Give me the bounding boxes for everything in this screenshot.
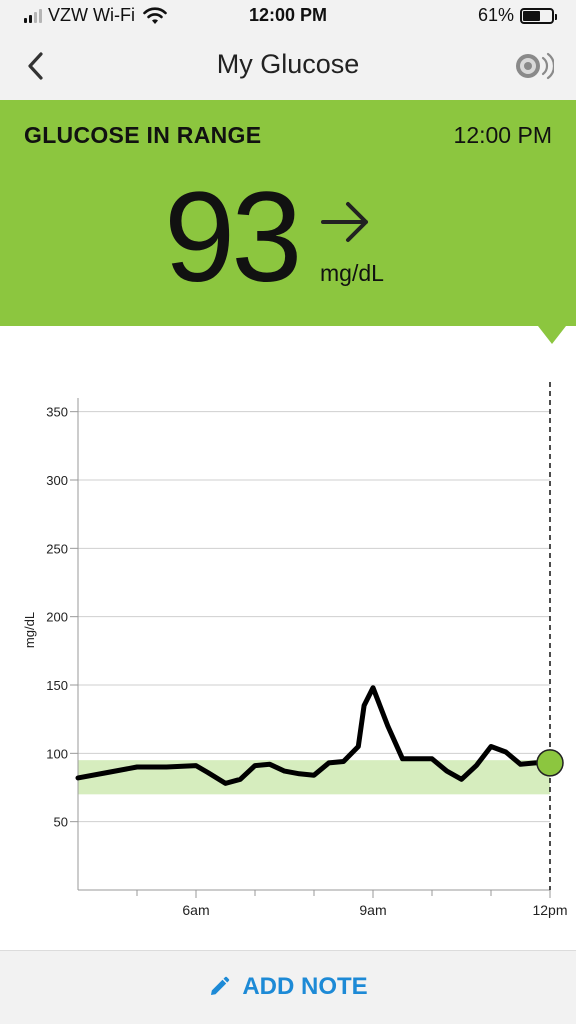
y-tick-label: 350	[46, 405, 68, 420]
bottom-bar: ADD NOTE	[0, 950, 576, 1024]
add-note-label: ADD NOTE	[242, 973, 368, 1000]
battery-level	[523, 10, 541, 21]
reading-time: 12:00 PM	[453, 122, 552, 148]
banner-caret	[538, 326, 566, 344]
nav-bar: My Glucose	[0, 34, 576, 100]
sensor-scan-button[interactable]	[514, 48, 556, 84]
x-tick-label: 9am	[359, 902, 386, 918]
pencil-icon	[211, 976, 230, 995]
glucose-value: 93	[164, 166, 302, 309]
battery-icon	[520, 7, 557, 24]
y-tick-label: 200	[46, 610, 68, 625]
glucose-chart: 50 100 150 200 250 300 350 mg/dL 6am 9am 12pm	[0, 380, 576, 940]
range-status: GLUCOSE IN RANGE	[24, 122, 262, 148]
glucose-chart-svg: 50 100 150 200 250 300 350 mg/dL 6am 9am 12pm	[22, 382, 568, 918]
glucose-unit: mg/dL	[320, 260, 384, 286]
arrow-right-icon	[321, 202, 368, 242]
add-note-button[interactable]: ADD NOTE	[0, 973, 576, 1001]
y-axis-label: mg/dL	[22, 612, 37, 648]
page-title: My Glucose	[216, 49, 360, 79]
sensor-scan-icon	[516, 52, 556, 80]
y-tick-label: 300	[46, 473, 68, 488]
y-tick-label: 150	[46, 678, 68, 693]
x-tick-label: 12pm	[532, 902, 567, 918]
y-tick-label: 50	[54, 815, 68, 830]
y-tick-label: 250	[46, 541, 68, 556]
y-tick-label: 100	[46, 746, 68, 761]
battery-percent: 61%	[477, 5, 514, 25]
status-right: 61%	[477, 5, 557, 26]
status-bar: VZW Wi-Fi 12:00 PM 61%	[0, 0, 576, 34]
glucose-reading-banner: GLUCOSE IN RANGE 12:00 PM 93 mg/dL	[0, 100, 576, 326]
current-reading-point	[536, 749, 564, 777]
x-tick-label: 6am	[182, 902, 209, 918]
